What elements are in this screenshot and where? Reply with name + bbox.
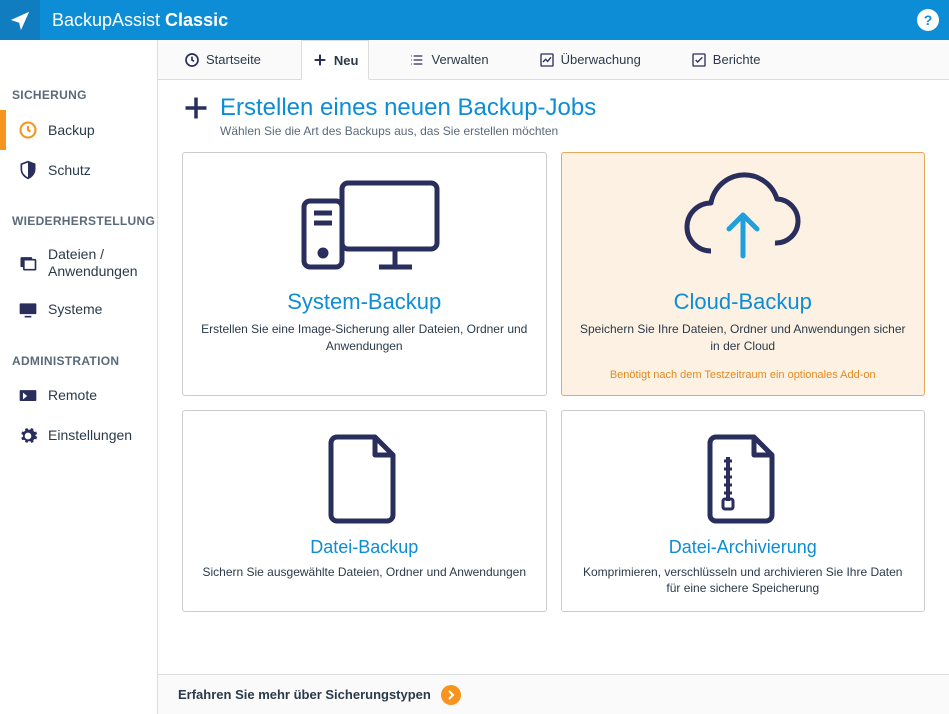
plus-icon	[312, 52, 328, 68]
sidebar-item-label: Dateien / Anwendungen	[48, 246, 145, 280]
card-title: Datei-Archivierung	[669, 537, 817, 558]
plus-icon	[182, 94, 210, 122]
sidebar-item-label: Systeme	[48, 301, 102, 318]
tab-startseite[interactable]: Startseite	[174, 40, 271, 79]
cloud-backup-icon	[663, 171, 823, 281]
list-icon	[409, 52, 425, 68]
cards-row-1: System-Backup Erstellen Sie eine Image-S…	[182, 152, 925, 396]
tab-label: Startseite	[206, 52, 261, 67]
file-backup-icon	[319, 429, 409, 529]
remote-icon	[18, 386, 38, 406]
content: Erstellen eines neuen Backup-Jobs Wählen…	[158, 80, 949, 674]
check-icon	[691, 52, 707, 68]
app-title-light: BackupAssist	[52, 10, 165, 30]
sidebar-section-wiederherstellung: WIEDERHERSTELLUNG	[0, 190, 157, 236]
tab-label: Neu	[334, 53, 359, 68]
app-title-bold: Classic	[165, 10, 228, 30]
tab-neu[interactable]: Neu	[301, 40, 370, 80]
tab-label: Verwalten	[431, 52, 488, 67]
sidebar-item-backup[interactable]: Backup	[0, 110, 157, 150]
help-button[interactable]: ?	[917, 9, 939, 31]
main: Startseite Neu Verwalten Überwachung Ber…	[158, 40, 949, 714]
sidebar-section-administration: ADMINISTRATION	[0, 330, 157, 376]
sidebar-item-schutz[interactable]: Schutz	[0, 150, 157, 190]
sidebar-item-label: Backup	[48, 122, 95, 139]
sidebar-item-label: Schutz	[48, 162, 91, 179]
card-system-backup[interactable]: System-Backup Erstellen Sie eine Image-S…	[182, 152, 547, 396]
plane-icon	[9, 9, 31, 31]
card-file-archive[interactable]: Datei-Archivierung Komprimieren, verschl…	[561, 410, 926, 613]
app-title: BackupAssist Classic	[52, 10, 228, 31]
footer-bar[interactable]: Erfahren Sie mehr über Sicherungstypen	[158, 674, 949, 714]
monitor-icon	[18, 300, 38, 320]
title-bar: BackupAssist Classic ?	[0, 0, 949, 40]
system-backup-icon	[284, 171, 444, 281]
card-title: Cloud-Backup	[674, 289, 812, 315]
card-desc: Komprimieren, verschlüsseln und archivie…	[578, 564, 909, 598]
sidebar-item-remote[interactable]: Remote	[0, 376, 157, 416]
sidebar-item-label: Einstellungen	[48, 427, 132, 444]
tab-ueberwachung[interactable]: Überwachung	[529, 40, 651, 79]
sidebar-item-systeme[interactable]: Systeme	[0, 290, 157, 330]
chart-icon	[539, 52, 555, 68]
card-cloud-backup[interactable]: Cloud-Backup Speichern Sie Ihre Dateien,…	[561, 152, 926, 396]
sidebar-item-einstellungen[interactable]: Einstellungen	[0, 416, 157, 456]
card-desc: Erstellen Sie eine Image-Sicherung aller…	[199, 321, 530, 355]
clock-icon	[18, 120, 38, 140]
sidebar: SICHERUNG Backup Schutz WIEDERHERSTELLUN…	[0, 40, 158, 714]
tab-verwalten[interactable]: Verwalten	[399, 40, 498, 79]
sidebar-section-sicherung: SICHERUNG	[0, 58, 157, 110]
tab-label: Überwachung	[561, 52, 641, 67]
arrow-right-icon	[441, 685, 461, 705]
shield-icon	[18, 160, 38, 180]
file-archive-icon	[698, 429, 788, 529]
sidebar-item-dateien[interactable]: Dateien / Anwendungen	[0, 236, 157, 290]
card-file-backup[interactable]: Datei-Backup Sichern Sie ausgewählte Dat…	[182, 410, 547, 613]
card-note: Benötigt nach dem Testzeitraum ein optio…	[610, 369, 876, 381]
card-desc: Speichern Sie Ihre Dateien, Ordner und A…	[578, 321, 909, 355]
files-icon	[18, 253, 38, 273]
tab-label: Berichte	[713, 52, 761, 67]
page-title: Erstellen eines neuen Backup-Jobs	[220, 94, 596, 122]
cards-row-2: Datei-Backup Sichern Sie ausgewählte Dat…	[182, 410, 925, 613]
page-subtitle: Wählen Sie die Art des Backups aus, das …	[220, 124, 596, 138]
clock-icon	[184, 52, 200, 68]
page-header: Erstellen eines neuen Backup-Jobs Wählen…	[182, 94, 925, 138]
app-logo	[0, 0, 40, 40]
footer-text: Erfahren Sie mehr über Sicherungstypen	[178, 687, 431, 702]
sidebar-item-label: Remote	[48, 387, 97, 404]
tab-berichte[interactable]: Berichte	[681, 40, 771, 79]
card-title: System-Backup	[287, 289, 441, 315]
card-title: Datei-Backup	[310, 537, 418, 558]
card-desc: Sichern Sie ausgewählte Dateien, Ordner …	[202, 564, 526, 581]
top-tabs: Startseite Neu Verwalten Überwachung Ber…	[158, 40, 949, 80]
gear-icon	[18, 426, 38, 446]
